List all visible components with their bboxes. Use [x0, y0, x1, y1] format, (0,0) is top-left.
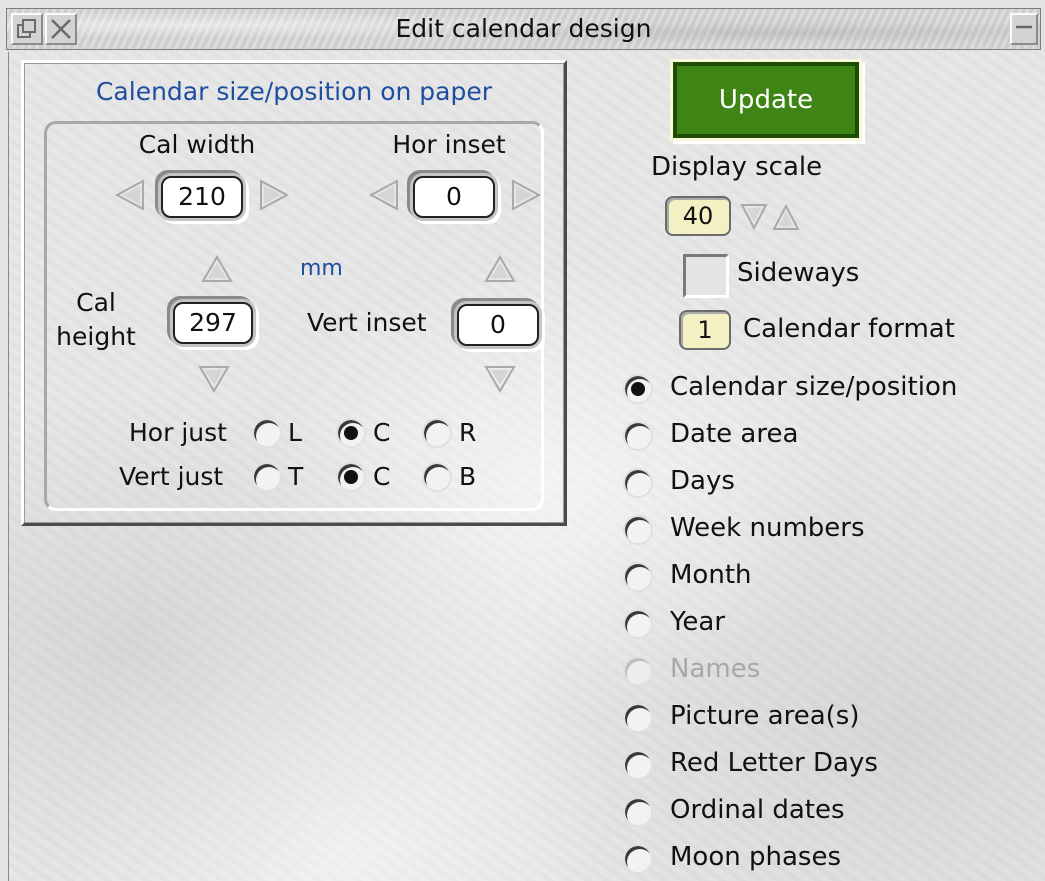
group-title: Calendar size/position on paper [95, 77, 493, 106]
section-radio-date-area[interactable] [623, 421, 653, 451]
section-label-month: Month [670, 560, 752, 590]
hor-just-c-label: C [373, 418, 391, 447]
display-scale-label: Display scale [651, 152, 823, 182]
cal-width-field[interactable]: 210 [161, 176, 243, 218]
hor-inset-field[interactable]: 0 [413, 176, 495, 218]
sideways-checkbox[interactable] [683, 254, 729, 298]
hor-inset-decrease-icon[interactable] [367, 178, 401, 212]
vert-just-c-label: C [373, 462, 391, 491]
section-radio-ordinal-dates[interactable] [623, 797, 653, 827]
cal-height-label-line2: height [56, 322, 136, 351]
section-radio-names[interactable] [623, 656, 653, 686]
hor-just-l-radio[interactable] [252, 418, 282, 448]
cal-height-decrease-icon[interactable] [197, 364, 231, 394]
hor-inset-increase-icon[interactable] [509, 178, 543, 212]
cal-height-field[interactable]: 297 [173, 302, 253, 344]
vert-just-c-radio[interactable] [336, 462, 366, 492]
section-label-moon-phases: Moon phases [670, 842, 841, 872]
hor-inset-label: Hor inset [392, 130, 506, 159]
vert-inset-increase-icon[interactable] [483, 254, 517, 284]
hor-just-r-radio[interactable] [422, 418, 452, 448]
section-label-calendar-size-position: Calendar size/position [670, 372, 958, 402]
section-radio-days[interactable] [623, 468, 653, 498]
vert-inset-label: Vert inset [307, 308, 427, 337]
section-label-red-letter-days: Red Letter Days [670, 748, 878, 778]
calendar-format-label: Calendar format [743, 314, 955, 344]
vert-just-b-radio[interactable] [422, 462, 452, 492]
section-radio-month[interactable] [623, 562, 653, 592]
sideways-label: Sideways [737, 258, 860, 288]
section-label-week-numbers: Week numbers [670, 513, 865, 543]
cal-height-label-line1: Cal [76, 288, 116, 317]
section-radio-week-numbers[interactable] [623, 515, 653, 545]
section-radio-moon-phases[interactable] [623, 844, 653, 874]
section-label-ordinal-dates: Ordinal dates [670, 795, 845, 825]
cal-height-increase-icon[interactable] [200, 254, 234, 284]
hor-just-c-radio[interactable] [336, 418, 366, 448]
cal-width-label: Cal width [138, 130, 256, 159]
calendar-format-field[interactable]: 1 [679, 310, 731, 350]
vert-inset-field[interactable]: 0 [457, 304, 539, 346]
section-radio-calendar-size-position[interactable] [623, 374, 653, 404]
section-radio-picture-areas[interactable] [623, 703, 653, 733]
window-title: Edit calendar design [395, 14, 652, 43]
vert-just-b-label: B [459, 462, 477, 491]
section-label-days: Days [670, 466, 735, 496]
display-scale-field[interactable]: 40 [665, 196, 731, 236]
display-scale-increase-icon[interactable] [771, 202, 801, 232]
section-label-picture-areas: Picture area(s) [670, 701, 860, 731]
section-label-year: Year [670, 607, 726, 637]
title-bar[interactable]: Edit calendar design [6, 8, 1041, 50]
vert-just-label: Vert just [119, 462, 224, 491]
vert-just-t-label: T [288, 462, 304, 491]
cal-width-decrease-icon[interactable] [113, 178, 147, 212]
hor-just-label: Hor just [129, 418, 227, 447]
size-position-inner-frame: Cal width 210 Hor inset 0 mm Cal height … [44, 121, 544, 511]
display-scale-decrease-icon[interactable] [739, 202, 769, 232]
section-label-names: Names [670, 654, 761, 684]
section-radio-year[interactable] [623, 609, 653, 639]
edit-calendar-design-window: Edit calendar design Calendar size/posit… [0, 0, 1045, 881]
update-button[interactable]: Update [673, 62, 859, 138]
cal-width-increase-icon[interactable] [257, 178, 291, 212]
dialog-pane: Calendar size/position on paper Cal widt… [8, 52, 1045, 881]
unit-label: mm [300, 256, 343, 281]
vert-inset-decrease-icon[interactable] [483, 364, 517, 394]
hor-just-l-label: L [288, 418, 302, 447]
size-position-group: Calendar size/position on paper Cal widt… [21, 60, 567, 526]
toggle-size-icon[interactable] [1010, 13, 1038, 45]
section-label-date-area: Date area [670, 419, 799, 449]
section-radio-red-letter-days[interactable] [623, 750, 653, 780]
vert-just-t-radio[interactable] [252, 462, 282, 492]
hor-just-r-label: R [459, 418, 477, 447]
